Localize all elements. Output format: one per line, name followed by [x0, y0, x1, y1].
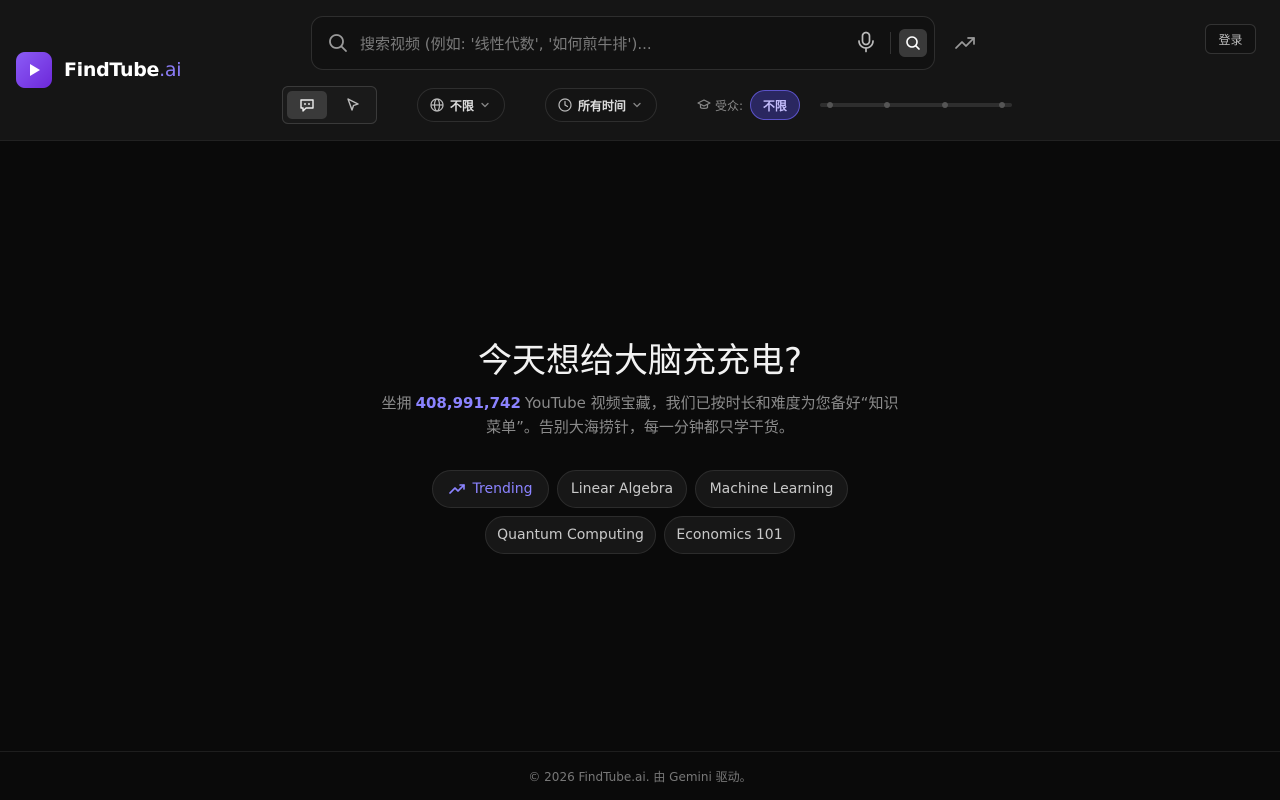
language-filter[interactable]: 不限	[417, 88, 505, 122]
brand-name: FindTube.ai	[64, 59, 182, 81]
chevron-down-icon	[480, 100, 490, 110]
logo[interactable]: FindTube.ai	[16, 52, 181, 88]
trending-icon[interactable]	[954, 32, 976, 58]
mode-toggle	[282, 86, 377, 124]
chat-mode-button[interactable]	[287, 91, 327, 119]
search-box	[311, 16, 935, 70]
chip-trending[interactable]: Trending	[432, 470, 549, 508]
slider-stop[interactable]	[884, 102, 890, 108]
login-button[interactable]: 登录	[1205, 24, 1256, 54]
chip-machine-learning[interactable]: Machine Learning	[695, 470, 848, 508]
footer: © 2026 FindTube.ai. 由 Gemini 驱动。	[0, 751, 1280, 800]
cursor-pointer-icon	[345, 97, 361, 113]
slider-stop[interactable]	[942, 102, 948, 108]
search-icon	[328, 33, 348, 57]
play-logo-icon	[16, 52, 52, 88]
audience-filter-selected[interactable]: 不限	[750, 90, 800, 120]
search-divider	[890, 32, 891, 54]
chevron-down-icon	[632, 100, 642, 110]
audience-level-slider[interactable]	[820, 102, 1012, 108]
chip-economics-101[interactable]: Economics 101	[664, 516, 795, 554]
footer-text: © 2026 FindTube.ai. 由 Gemini 驱动。	[528, 769, 752, 784]
search-button[interactable]	[899, 29, 927, 57]
clock-icon	[558, 98, 572, 112]
chip-quantum-computing[interactable]: Quantum Computing	[485, 516, 656, 554]
hero-subtitle: 坐拥 408,991,742 YouTube 视频宝藏，我们已按时长和难度为您备好“…	[381, 394, 899, 436]
audience-label: 受众:	[697, 96, 743, 114]
top-bar: FindTube.ai 登录 不限	[0, 0, 1280, 141]
globe-icon	[430, 98, 444, 112]
hero-title: 今天想给大脑充充电?	[477, 341, 803, 381]
microphone-icon[interactable]	[856, 31, 876, 57]
search-input[interactable]	[360, 29, 850, 59]
slider-stop[interactable]	[827, 102, 833, 108]
pointer-mode-button[interactable]	[333, 91, 373, 119]
chip-linear-algebra[interactable]: Linear Algebra	[557, 470, 687, 508]
message-square-icon	[299, 97, 315, 113]
time-filter[interactable]: 所有时间	[545, 88, 657, 122]
trending-up-icon	[448, 481, 465, 497]
time-filter-value: 所有时间	[578, 98, 627, 113]
video-count: 408,991,742	[415, 394, 521, 412]
slider-stop[interactable]	[999, 102, 1005, 108]
language-filter-value: 不限	[450, 98, 475, 113]
graduation-cap-icon	[697, 99, 711, 111]
